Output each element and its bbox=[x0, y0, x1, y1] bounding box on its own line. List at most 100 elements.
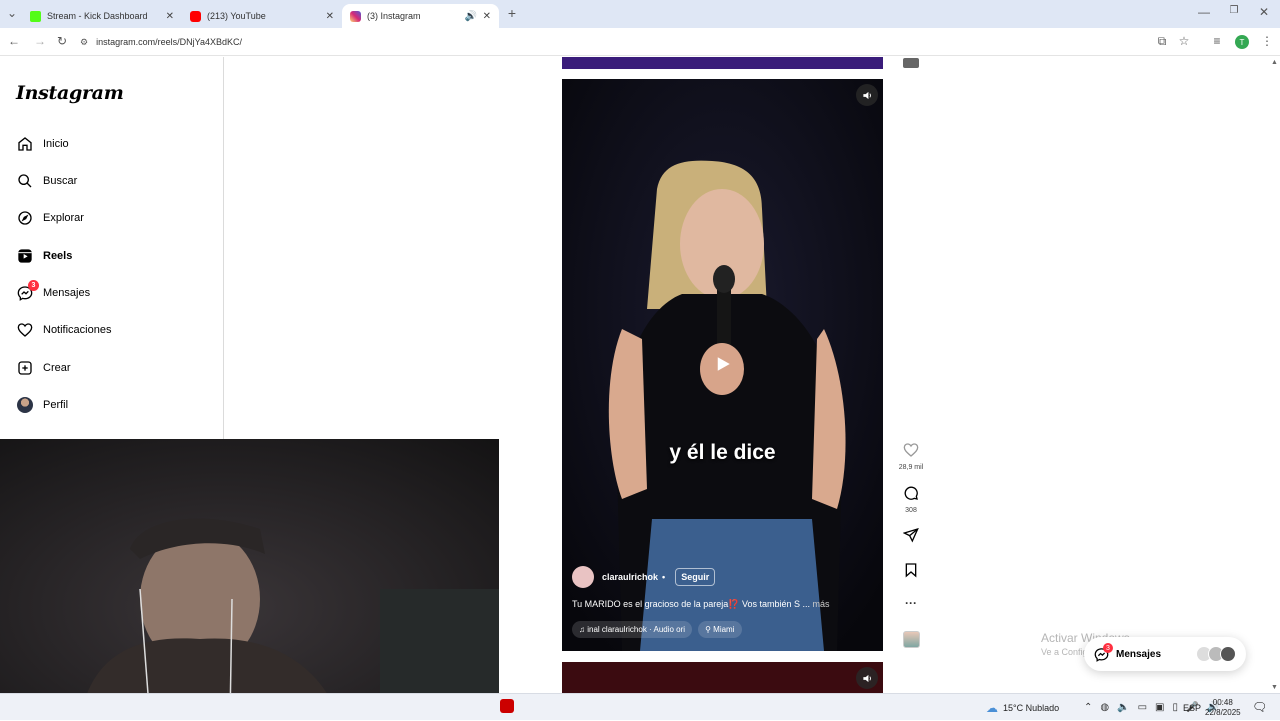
battery-icon[interactable]: ▯ bbox=[1172, 702, 1178, 713]
reel-video[interactable]: y él le dice claraulrichok • Seguir Tu M… bbox=[562, 79, 883, 651]
url-text[interactable]: instagram.com/reels/DNjYa4XBdKC/ bbox=[96, 37, 242, 47]
close-tab-icon[interactable]: ✕ bbox=[166, 11, 174, 22]
tab-kick-dashboard[interactable]: Stream - Kick Dashboard ✕ bbox=[22, 4, 182, 28]
language-text: ESP bbox=[1183, 702, 1202, 713]
reading-list-icon[interactable]: ≡ bbox=[1209, 34, 1225, 48]
webcam-overlay bbox=[0, 439, 499, 720]
sidebar-item-reels[interactable]: Reels bbox=[16, 244, 72, 268]
heart-icon bbox=[16, 321, 34, 339]
author-avatar[interactable] bbox=[572, 566, 594, 588]
messages-floating-bar[interactable]: 3 Mensajes bbox=[1084, 637, 1246, 671]
play-icon[interactable] bbox=[714, 355, 732, 378]
audio-pill[interactable]: ♫ inal claraulrichok · Audio ori bbox=[572, 621, 693, 638]
next-reel-mute-button[interactable] bbox=[856, 667, 878, 689]
reel-author: claraulrichok • Seguir bbox=[572, 566, 716, 588]
reload-icon[interactable]: ↻ bbox=[54, 34, 70, 48]
webcam-feed-image bbox=[0, 439, 499, 720]
share-button[interactable] bbox=[898, 527, 924, 548]
install-app-icon[interactable]: ⧉ bbox=[1154, 34, 1170, 49]
browser-menu-icon[interactable]: ⋮ bbox=[1259, 34, 1275, 48]
comment-count: 308 bbox=[905, 507, 917, 514]
bookmark-star-icon[interactable]: ☆ bbox=[1176, 34, 1192, 48]
sidebar-item-notificaciones[interactable]: Notificaciones bbox=[16, 318, 111, 342]
previous-reel-audio-thumb[interactable] bbox=[898, 55, 924, 73]
tab-title: (3) Instagram bbox=[367, 11, 421, 21]
new-tab-button[interactable]: + bbox=[504, 5, 520, 21]
taskbar-app-icon[interactable] bbox=[500, 699, 514, 713]
address-bar[interactable]: ⚙ instagram.com/reels/DNjYa4XBdKC/ bbox=[80, 32, 1180, 52]
bookmark-icon bbox=[905, 563, 917, 578]
volume-icon bbox=[862, 674, 871, 682]
speaker-icon[interactable]: 🔈 bbox=[1117, 702, 1129, 713]
previous-reel-edge[interactable] bbox=[562, 57, 883, 69]
sidebar-item-buscar[interactable]: Buscar bbox=[16, 169, 77, 193]
messages-badge: 3 bbox=[1103, 643, 1113, 653]
messages-label: Mensajes bbox=[1116, 648, 1162, 660]
avatar-icon bbox=[16, 396, 34, 414]
windows-taskbar: ☁ 15°C Nublado ⌃ ◍ 🔈 ▭ ▣ ▯ 🎤 🔊 ESP 00:48… bbox=[0, 693, 1280, 720]
author-separator: • bbox=[662, 572, 666, 582]
browser-tab-strip: ⌄ Stream - Kick Dashboard ✕ (213) YouTub… bbox=[0, 0, 1280, 28]
close-tab-icon[interactable]: ✕ bbox=[483, 11, 491, 22]
notifications-icon[interactable]: 🗨 bbox=[1252, 700, 1267, 714]
tray-app-icon[interactable]: ◍ bbox=[1100, 702, 1109, 713]
tab-search-chevron-icon[interactable]: ⌄ bbox=[4, 6, 20, 20]
network-icon[interactable]: ▭ bbox=[1138, 702, 1147, 713]
like-button[interactable]: 28,9 mil bbox=[898, 442, 924, 471]
home-icon bbox=[16, 135, 34, 153]
sidebar-item-label: Buscar bbox=[43, 175, 78, 187]
site-info-icon[interactable]: ⚙ bbox=[80, 37, 88, 48]
forward-icon[interactable]: → bbox=[32, 34, 48, 48]
audio-thumbnail[interactable] bbox=[898, 631, 924, 653]
description-text: Tu MARIDO es el gracioso de la pareja⁉️ … bbox=[572, 599, 810, 609]
reel-caption-overlay: y él le dice bbox=[669, 441, 776, 464]
location-pill[interactable]: ⚲ Miami bbox=[698, 621, 742, 638]
reel-description[interactable]: Tu MARIDO es el gracioso de la pareja⁉️ … bbox=[572, 599, 830, 610]
tab-title: Stream - Kick Dashboard bbox=[47, 11, 148, 21]
clock[interactable]: 00:48 22/8/2025 bbox=[1205, 694, 1241, 721]
sidebar-item-perfil[interactable]: Perfil bbox=[16, 393, 68, 417]
author-username[interactable]: claraulrichok bbox=[602, 572, 658, 582]
page-scrollbar[interactable]: ▲ ▼ bbox=[1270, 57, 1280, 693]
instagram-logo[interactable]: Instagram bbox=[16, 82, 124, 104]
sidebar-item-inicio[interactable]: Inicio bbox=[16, 132, 69, 156]
next-reel-preview[interactable] bbox=[562, 662, 883, 693]
sidebar-item-crear[interactable]: Crear bbox=[16, 356, 71, 380]
save-button[interactable] bbox=[898, 562, 924, 583]
restore-window-icon[interactable]: ❐ bbox=[1226, 5, 1242, 16]
sidebar-item-mensajes[interactable]: 3 Mensajes bbox=[16, 280, 90, 305]
messages-badge: 3 bbox=[28, 280, 39, 291]
scroll-down-arrow-icon[interactable]: ▼ bbox=[1271, 684, 1278, 691]
tab-instagram[interactable]: (3) Instagram 🔊 ✕ bbox=[342, 4, 499, 28]
sidebar-item-label: Crear bbox=[43, 362, 71, 374]
close-tab-icon[interactable]: ✕ bbox=[326, 11, 334, 22]
show-hidden-icons-chevron-icon[interactable]: ⌃ bbox=[1084, 702, 1092, 713]
mute-toggle-button[interactable] bbox=[856, 84, 878, 106]
compass-icon bbox=[16, 209, 34, 227]
tab-youtube[interactable]: (213) YouTube ✕ bbox=[182, 4, 342, 28]
minimize-window-icon[interactable]: — bbox=[1196, 5, 1212, 19]
display-icon[interactable]: ▣ bbox=[1155, 702, 1164, 713]
tab-audio-icon[interactable]: 🔊 bbox=[465, 11, 477, 22]
more-link[interactable]: más bbox=[813, 599, 830, 609]
messenger-icon: 3 bbox=[16, 280, 39, 302]
close-window-icon[interactable]: ✕ bbox=[1256, 5, 1272, 19]
sidebar-item-label: Inicio bbox=[43, 138, 69, 150]
follow-button[interactable]: Seguir bbox=[675, 568, 716, 586]
weather-text: 15°C Nublado bbox=[1003, 702, 1060, 713]
language-indicator[interactable]: ESP bbox=[1183, 694, 1201, 721]
scroll-up-arrow-icon[interactable]: ▲ bbox=[1271, 59, 1278, 66]
volume-icon bbox=[862, 91, 871, 99]
profile-avatar[interactable]: T bbox=[1235, 35, 1249, 49]
back-icon[interactable]: ← bbox=[6, 34, 22, 48]
kick-favicon-icon bbox=[30, 10, 41, 22]
weather-widget[interactable]: ☁ 15°C Nublado bbox=[986, 694, 1059, 721]
sidebar-item-explorar[interactable]: Explorar bbox=[16, 206, 84, 230]
message-avatars bbox=[1196, 646, 1236, 662]
instagram-favicon-icon bbox=[350, 10, 361, 22]
more-horizontal-icon: ··· bbox=[905, 596, 917, 610]
comment-button[interactable]: 308 bbox=[898, 485, 924, 514]
contact-avatar bbox=[1220, 646, 1236, 662]
browser-toolbar: ← → ↻ ⚙ instagram.com/reels/DNjYa4XBdKC/… bbox=[0, 28, 1280, 56]
more-options-button[interactable]: ··· bbox=[898, 596, 924, 610]
